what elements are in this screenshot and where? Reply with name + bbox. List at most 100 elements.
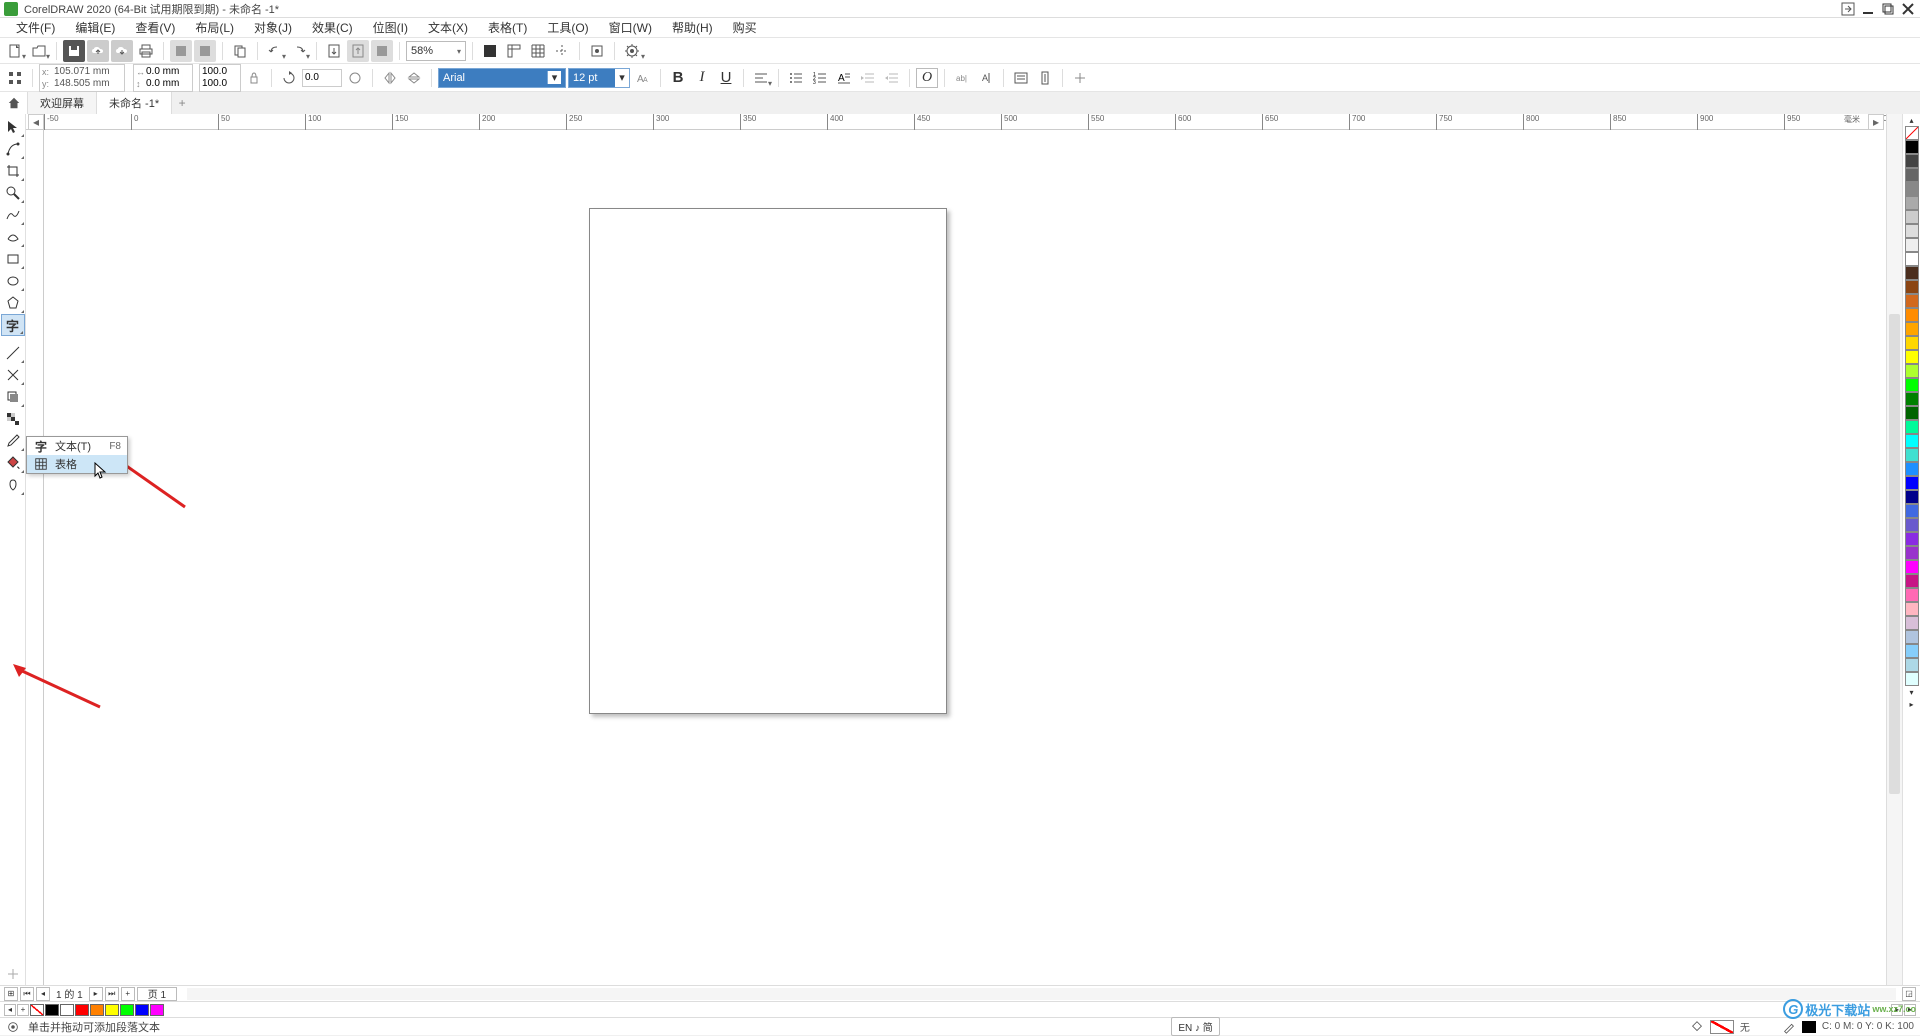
- publish-pdf-button[interactable]: [170, 40, 192, 62]
- shape-tool[interactable]: [1, 138, 25, 160]
- menu-edit[interactable]: 编辑(E): [65, 19, 125, 36]
- current-fill-swatch[interactable]: [1710, 1020, 1734, 1034]
- increase-font-button[interactable]: AA: [632, 67, 654, 89]
- color-swatch[interactable]: [1905, 602, 1919, 616]
- current-outline-swatch[interactable]: [1802, 1021, 1816, 1033]
- open-button[interactable]: [28, 40, 50, 62]
- variable-font-button[interactable]: O: [916, 68, 938, 88]
- color-swatch[interactable]: [1905, 364, 1919, 378]
- color-swatch[interactable]: [1905, 448, 1919, 462]
- scale-x-input[interactable]: [202, 66, 238, 77]
- show-rulers-button[interactable]: [503, 40, 525, 62]
- vertical-ruler[interactable]: [26, 130, 44, 985]
- font-size-combo[interactable]: 12 pt ▾: [568, 68, 630, 88]
- text-tool[interactable]: 字: [1, 314, 25, 336]
- undo-button[interactable]: [264, 40, 286, 62]
- drawing-canvas[interactable]: [44, 130, 1868, 985]
- doc-color-swatch[interactable]: [120, 1004, 134, 1016]
- color-swatch[interactable]: [1905, 574, 1919, 588]
- doc-color-swatch[interactable]: [90, 1004, 104, 1016]
- save-button[interactable]: [63, 40, 85, 62]
- page-tab[interactable]: 页 1: [137, 987, 177, 1001]
- mirror-v-button[interactable]: [403, 67, 425, 89]
- add-tab-button[interactable]: +: [172, 92, 192, 114]
- palette-down-button[interactable]: ▾: [1905, 686, 1919, 698]
- color-swatch[interactable]: [1905, 252, 1919, 266]
- doc-color-swatch[interactable]: [75, 1004, 89, 1016]
- add-button[interactable]: [1069, 67, 1091, 89]
- doc-palette-flyout[interactable]: ▸: [1904, 1004, 1916, 1016]
- color-swatch[interactable]: [1905, 140, 1919, 154]
- document-tab[interactable]: 未命名 -1*: [97, 92, 172, 114]
- welcome-tab[interactable]: 欢迎屏幕: [28, 92, 97, 114]
- bullet-list-button[interactable]: [785, 67, 807, 89]
- doc-color-swatch[interactable]: [150, 1004, 164, 1016]
- copy-button[interactable]: [229, 40, 251, 62]
- increase-indent-button[interactable]: [857, 67, 879, 89]
- width-input[interactable]: [146, 66, 190, 77]
- smart-fill-tool[interactable]: [1, 474, 25, 496]
- zoom-level-combo[interactable]: 58%: [406, 41, 466, 61]
- color-swatch[interactable]: [1905, 560, 1919, 574]
- new-button[interactable]: [4, 40, 26, 62]
- snap-button[interactable]: [586, 40, 608, 62]
- menu-object[interactable]: 对象(J): [244, 19, 302, 36]
- publish-button[interactable]: [371, 40, 393, 62]
- interactive-fill-tool[interactable]: [1, 452, 25, 474]
- color-swatch[interactable]: [1905, 266, 1919, 280]
- rotation-input[interactable]: [302, 69, 342, 87]
- minimize-button[interactable]: [1860, 2, 1876, 16]
- color-swatch[interactable]: [1905, 210, 1919, 224]
- add-page-button[interactable]: +: [121, 987, 135, 1001]
- menu-layout[interactable]: 布局(L): [185, 19, 244, 36]
- underline-button[interactable]: U: [715, 67, 737, 89]
- redo-button[interactable]: [288, 40, 310, 62]
- artistic-media-tool[interactable]: [1, 226, 25, 248]
- color-swatch[interactable]: [1905, 490, 1919, 504]
- horizontal-ruler[interactable]: -500501001502002503003504004505005506006…: [44, 114, 1868, 130]
- vertical-text-button[interactable]: [1034, 67, 1056, 89]
- options-button[interactable]: [621, 40, 643, 62]
- quick-customize-button[interactable]: [1, 963, 25, 985]
- next-page-button[interactable]: ▸: [89, 987, 103, 1001]
- color-swatch[interactable]: [1905, 406, 1919, 420]
- page-options-button[interactable]: ⊞: [4, 987, 18, 1001]
- pick-tool[interactable]: [1, 116, 25, 138]
- navigator-button[interactable]: ◲: [1902, 987, 1916, 1001]
- color-swatch[interactable]: [1905, 392, 1919, 406]
- number-list-button[interactable]: 123: [809, 67, 831, 89]
- ruler-nav-left[interactable]: ◂: [28, 114, 44, 130]
- color-swatch[interactable]: [1905, 280, 1919, 294]
- show-grid-button[interactable]: [527, 40, 549, 62]
- menu-table[interactable]: 表格(T): [478, 19, 537, 36]
- scrollbar-thumb[interactable]: [1889, 314, 1900, 794]
- color-swatch[interactable]: [1905, 476, 1919, 490]
- mirror-h-button[interactable]: [379, 67, 401, 89]
- menu-window[interactable]: 窗口(W): [599, 19, 662, 36]
- height-input[interactable]: [146, 78, 190, 89]
- color-swatch[interactable]: [1905, 378, 1919, 392]
- color-swatch[interactable]: [1905, 420, 1919, 434]
- menu-file[interactable]: 文件(F): [6, 19, 65, 36]
- menu-view[interactable]: 查看(V): [125, 19, 185, 36]
- horizontal-scrollbar[interactable]: [187, 988, 1896, 1000]
- doc-palette-left[interactable]: ◂: [4, 1004, 16, 1016]
- doc-color-swatch[interactable]: [60, 1004, 74, 1016]
- menu-effects[interactable]: 效果(C): [302, 19, 363, 36]
- last-page-button[interactable]: ⏭: [105, 987, 119, 1001]
- color-swatch[interactable]: [1905, 658, 1919, 672]
- dropcap-button[interactable]: A: [833, 67, 855, 89]
- color-swatch[interactable]: [1905, 322, 1919, 336]
- y-input[interactable]: [52, 78, 122, 90]
- color-swatch[interactable]: [1905, 672, 1919, 686]
- flyout-table-tool[interactable]: 表格: [27, 455, 127, 473]
- import-button[interactable]: [323, 40, 345, 62]
- flyout-text-tool[interactable]: 字 文本(T) F8: [27, 437, 127, 455]
- color-swatch[interactable]: [1905, 154, 1919, 168]
- color-swatch[interactable]: [1905, 434, 1919, 448]
- doc-color-swatch[interactable]: [135, 1004, 149, 1016]
- menu-buy[interactable]: 购买: [723, 19, 767, 36]
- align-button[interactable]: [750, 67, 772, 89]
- color-swatch[interactable]: [1905, 308, 1919, 322]
- cloud-up-button[interactable]: [87, 40, 109, 62]
